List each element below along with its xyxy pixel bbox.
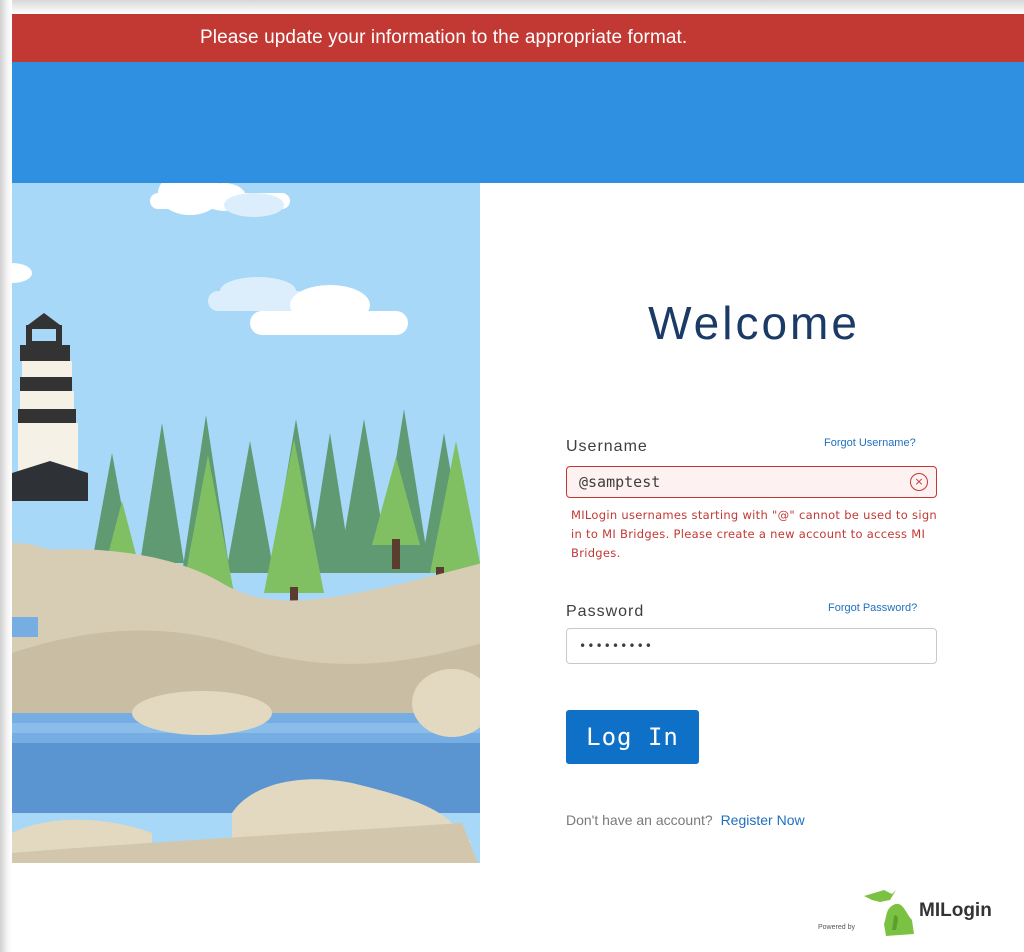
log-in-button[interactable]: Log In: [566, 710, 699, 764]
forgot-username-link[interactable]: Forgot Username?: [824, 437, 916, 449]
welcome-title: Welcome: [648, 297, 860, 349]
username-input[interactable]: @samptest ×: [566, 466, 937, 498]
username-value: @samptest: [579, 473, 661, 491]
clear-icon[interactable]: ×: [910, 473, 928, 491]
error-alert-banner: Please update your information to the ap…: [12, 14, 1024, 62]
header-band: [12, 62, 1024, 183]
password-input[interactable]: •••••••••: [566, 628, 937, 664]
michigan-map-icon: [864, 890, 914, 936]
username-label: Username: [566, 438, 648, 455]
alert-message: Please update your information to the ap…: [200, 27, 688, 48]
frame-shadow-left: [0, 0, 12, 952]
landscape-illustration: [12, 183, 482, 873]
password-value: •••••••••: [579, 639, 654, 653]
powered-by-text: Powered by: [818, 924, 855, 931]
forgot-password-link[interactable]: Forgot Password?: [828, 602, 917, 614]
milogin-brand: MILogin: [919, 900, 992, 921]
password-label: Password: [566, 603, 645, 620]
frame-shadow-top: [0, 0, 1024, 14]
register-prompt: Don't have an account? Register Now: [566, 812, 805, 828]
register-now-link[interactable]: Register Now: [721, 812, 805, 828]
register-prompt-text: Don't have an account?: [566, 812, 713, 828]
username-error-message: MILogin usernames starting with "@" cann…: [571, 508, 938, 560]
